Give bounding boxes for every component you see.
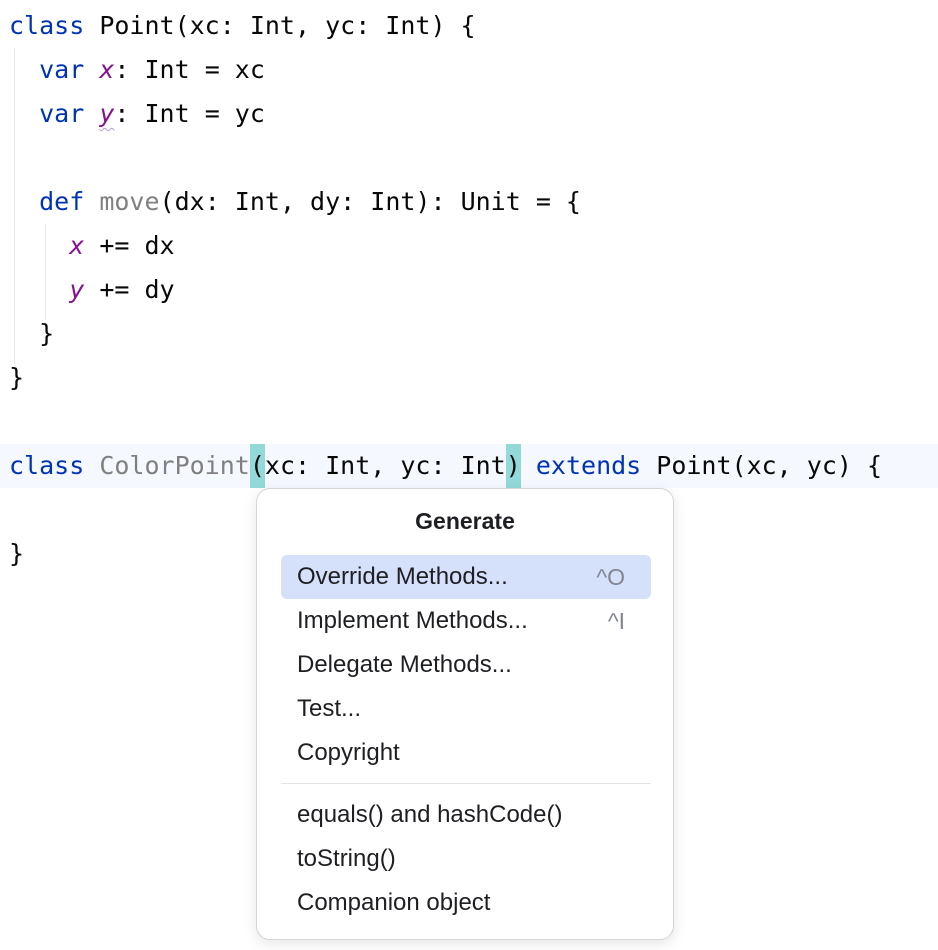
- space: [84, 99, 99, 128]
- menu-item-equals-hashcode[interactable]: equals() and hashCode(): [281, 793, 651, 837]
- matched-paren-close: ): [506, 444, 521, 488]
- code-line-3[interactable]: var y: Int = yc: [0, 92, 938, 136]
- code-line-9[interactable]: }: [0, 356, 938, 400]
- code-line-8[interactable]: }: [0, 312, 938, 356]
- menu-item-tostring[interactable]: toString(): [281, 837, 651, 881]
- keyword-extends: extends: [536, 451, 641, 480]
- code-line-6[interactable]: x += dx: [0, 224, 938, 268]
- menu-item-test[interactable]: Test...: [281, 687, 651, 731]
- code-text: }: [9, 532, 24, 576]
- indent: [9, 275, 69, 304]
- keyword-class: class: [9, 451, 84, 480]
- menu-item-label: Test...: [297, 695, 361, 722]
- menu-item-label: Copyright: [297, 739, 400, 766]
- code-line-10[interactable]: [0, 400, 938, 444]
- code-line-4[interactable]: [0, 136, 938, 180]
- field-y: y: [99, 99, 114, 128]
- menu-item-shortcut: ^I: [608, 599, 625, 643]
- code-text: Point(xc: Int, yc: Int) {: [84, 11, 475, 40]
- indent: [9, 231, 69, 260]
- code-text: += dx: [84, 231, 174, 260]
- code-text: }: [9, 356, 24, 400]
- space: [84, 187, 99, 216]
- menu-item-label: toString(): [297, 845, 396, 872]
- space: [84, 451, 99, 480]
- field-x: x: [99, 55, 114, 84]
- field-y: y: [69, 275, 84, 304]
- menu-separator: [281, 783, 651, 784]
- menu-item-override-methods[interactable]: Override Methods... ^O: [281, 555, 651, 599]
- menu-item-delegate-methods[interactable]: Delegate Methods...: [281, 643, 651, 687]
- code-text: (dx: Int, dy: Int): Unit = {: [160, 187, 581, 216]
- matched-paren-open: (: [250, 444, 265, 488]
- popup-title: Generate: [257, 503, 673, 539]
- menu-item-implement-methods[interactable]: Implement Methods... ^I: [281, 599, 651, 643]
- keyword-def: def: [39, 187, 84, 216]
- field-x: x: [69, 231, 84, 260]
- code-text: }: [9, 312, 54, 356]
- code-line-5[interactable]: def move(dx: Int, dy: Int): Unit = {: [0, 180, 938, 224]
- code-line-1[interactable]: class Point(xc: Int, yc: Int) {: [0, 4, 938, 48]
- code-text: : Int = xc: [114, 55, 265, 84]
- code-line-11[interactable]: class ColorPoint(xc: Int, yc: Int) exten…: [0, 444, 938, 488]
- code-text: : Int = yc: [114, 99, 265, 128]
- indent: [9, 99, 39, 128]
- keyword-var: var: [39, 55, 84, 84]
- code-line-2[interactable]: var x: Int = xc: [0, 48, 938, 92]
- function-name-move: move: [99, 187, 159, 216]
- space: [84, 55, 99, 84]
- keyword-class: class: [9, 11, 84, 40]
- menu-item-companion-object[interactable]: Companion object: [281, 881, 651, 925]
- keyword-var: var: [39, 99, 84, 128]
- code-line-7[interactable]: y += dy: [0, 268, 938, 312]
- menu-item-copyright[interactable]: Copyright: [281, 731, 651, 775]
- space: [521, 451, 536, 480]
- menu-item-label: equals() and hashCode(): [297, 801, 563, 828]
- menu-item-label: Delegate Methods...: [297, 651, 512, 678]
- code-text: Point(xc, yc) {: [641, 451, 882, 480]
- code-text: += dy: [84, 275, 174, 304]
- code-text: xc: Int, yc: Int: [265, 451, 506, 480]
- class-name-colorpoint: ColorPoint: [99, 451, 250, 480]
- menu-item-label: Companion object: [297, 889, 490, 916]
- menu-item-label: Override Methods...: [297, 563, 508, 590]
- indent: [9, 187, 39, 216]
- menu-item-shortcut: ^O: [596, 555, 625, 599]
- generate-popup: Generate Override Methods... ^O Implemen…: [256, 488, 674, 940]
- menu-item-label: Implement Methods...: [297, 607, 528, 634]
- indent: [9, 55, 39, 84]
